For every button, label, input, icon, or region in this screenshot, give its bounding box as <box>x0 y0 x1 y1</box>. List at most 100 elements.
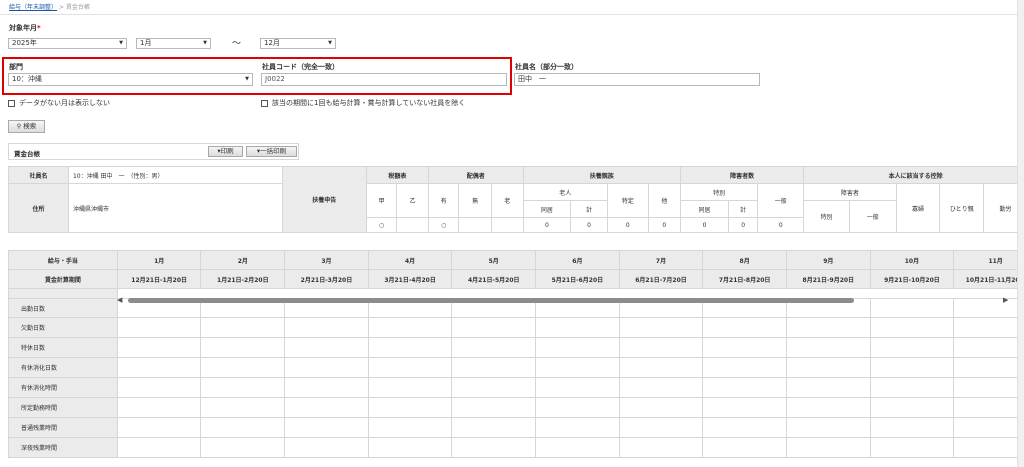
otsu-value <box>396 217 429 233</box>
scroll-left-arrow-icon[interactable]: ◀ <box>117 296 125 304</box>
tokutei-label: 特定 <box>606 183 649 218</box>
grid-period-10: 9月21日-10月20日 <box>869 269 955 289</box>
table-row: 普通残業時間 <box>8 417 1024 438</box>
print-button-label: 印刷 <box>220 147 234 155</box>
search-button[interactable]: ⚲ 検索 <box>8 120 45 133</box>
vertical-scrollbar[interactable] <box>1017 0 1024 467</box>
ta-label: 他 <box>647 183 682 218</box>
ledger-title: 賃金台帳 <box>14 150 40 158</box>
ari-label: 有 <box>427 183 460 218</box>
scroll-right-arrow-icon[interactable]: ▶ <box>1003 296 1011 304</box>
month-from-select[interactable]: 1月 ▼ <box>136 38 211 49</box>
grid-month-header-row: 給与・手当 1月 2月 3月 4月 5月 6月 7月 8月 9月 10月 11月 <box>8 250 1024 270</box>
name-label: 社員名 <box>8 166 69 184</box>
horizontal-scrollbar-thumb[interactable] <box>128 298 854 303</box>
row-label: 出勤日数 <box>8 298 118 318</box>
grid-month-3: 3月 <box>284 250 369 270</box>
row-label: 有休消化日数 <box>8 357 118 378</box>
breadcrumb-divider <box>0 14 1024 15</box>
row-label: 普通残業時間 <box>8 417 118 438</box>
month-from-value: 1月 <box>140 39 152 47</box>
grid-period-header-row: 賃金計算期間 12月21日-1月20日 1月21日-2月20日 2月21日-3月… <box>8 269 1024 289</box>
tokutei-value: 0 <box>606 217 649 233</box>
grid-scroll-row <box>8 288 1024 299</box>
nashi-value <box>458 217 492 233</box>
grid-period-4: 3月21日-4月20日 <box>367 269 453 289</box>
ari-value: ○ <box>427 217 460 233</box>
address-value: 沖縄県沖縄市 <box>67 183 283 233</box>
range-tilde: 〜 <box>232 39 242 49</box>
chk-nodata[interactable]: データがない月は表示しない <box>8 98 110 108</box>
required-mark: * <box>37 24 41 32</box>
grid-month-10: 10月 <box>869 250 955 270</box>
breadcrumb-separator: > <box>58 4 64 11</box>
grid-col-label-1: 給与・手当 <box>8 250 118 270</box>
table-row: 所定勤務時間 <box>8 397 1024 418</box>
breadcrumb: 給与（年末調整） > 賃金台帳 <box>9 2 90 11</box>
highlight-box <box>2 57 512 95</box>
rou-value <box>490 217 524 233</box>
employee-info-table: 社員名 10：沖縄 田中 一 （性別：男） 扶養申告 税額表 配偶者 扶養親族 … <box>8 166 1024 233</box>
zeigaku-header: 税額表 <box>365 166 429 184</box>
grid-period-2: 1月21日-2月20日 <box>200 269 286 289</box>
month-to-select[interactable]: 12月 ▼ <box>260 38 336 49</box>
sh-ippan-label: 一般 <box>757 183 805 218</box>
period-label: 対象年月* <box>9 23 41 33</box>
year-select-value: 2025年 <box>12 39 37 47</box>
chk-nocalc[interactable]: 該当の期間に1回も給与計算・賞与計算していない社員を除く <box>261 98 465 108</box>
breadcrumb-current: 賃金台帳 <box>65 4 90 11</box>
ko-value: ○ <box>365 217 398 233</box>
kafu-label: 寡婦 <box>895 183 941 233</box>
chevron-down-icon: ▼ <box>203 40 207 46</box>
emp-name-input[interactable]: 田中 一 <box>514 73 760 86</box>
honnin-header: 本人に該当する控除 <box>803 166 1024 184</box>
table-row: 特休日数 <box>8 337 1024 358</box>
row-label: 所定勤務時間 <box>8 397 118 418</box>
rojin-doukyo-label: 同居 <box>522 200 572 218</box>
grid-period-5: 4月21日-5月20日 <box>451 269 537 289</box>
breadcrumb-parent-link[interactable]: 給与（年末調整） <box>9 4 57 11</box>
grid-month-4: 4月 <box>367 250 453 270</box>
rojin-label: 老人 <box>522 183 608 201</box>
honnin-ippan-label: 一般 <box>848 200 897 233</box>
sh-doukyo-label: 同居 <box>680 200 729 218</box>
sh-ippan-value: 0 <box>757 217 805 233</box>
hitorioya-label: ひとり親 <box>939 183 985 233</box>
table-row: 有休消化日数 <box>8 357 1024 378</box>
grid-period-1: 12月21日-1月20日 <box>116 269 202 289</box>
print-button[interactable]: ▾印刷 <box>208 146 243 157</box>
honnin-tokubetsu-label: 特別 <box>803 200 850 233</box>
row-label: 特休日数 <box>8 337 118 358</box>
grid-period-8: 7月21日-8月20日 <box>702 269 787 289</box>
month-to-value: 12月 <box>264 39 280 47</box>
row-label: 深夜残業時間 <box>8 437 118 458</box>
period-label-text: 対象年月 <box>9 24 37 32</box>
bulk-print-button[interactable]: ▾一括印刷 <box>246 146 297 157</box>
grid-period-11: 10月21日-11月20日 <box>953 269 1024 289</box>
chevron-down-icon: ▼ <box>119 40 123 46</box>
checkbox-icon <box>261 99 268 107</box>
rojin-doukyo-value: 0 <box>522 217 572 233</box>
grid-month-7: 7月 <box>618 250 704 270</box>
table-row: 深夜残業時間 <box>8 437 1024 458</box>
ko-label: 甲 <box>365 183 398 218</box>
haigu-header: 配偶者 <box>427 166 524 184</box>
chk-nocalc-label: 該当の期間に1回も給与計算・賞与計算していない社員を除く <box>272 99 466 107</box>
year-select[interactable]: 2025年 ▼ <box>8 38 127 49</box>
grid-period-7: 6月21日-7月20日 <box>618 269 704 289</box>
grid-month-1: 1月 <box>116 250 202 270</box>
grid-month-8: 8月 <box>702 250 787 270</box>
otsu-label: 乙 <box>396 183 429 218</box>
honnin-shougaisha-label: 障害者 <box>803 183 897 201</box>
table-row: 有休消化時間 <box>8 377 1024 398</box>
fuyo-shinzoku-header: 扶養親族 <box>522 166 682 184</box>
row-label: 欠勤日数 <box>8 317 118 338</box>
sh-kei-label: 計 <box>727 200 759 218</box>
fuyo-label: 扶養申告 <box>281 166 367 233</box>
name-value: 10：沖縄 田中 一 （性別：男） <box>67 166 283 184</box>
grid-month-11: 11月 <box>953 250 1024 270</box>
rojin-kei-value: 0 <box>570 217 608 233</box>
sh-doukyo-value: 0 <box>680 217 729 233</box>
grid-month-9: 9月 <box>785 250 871 270</box>
row-label: 有休消化時間 <box>8 377 118 398</box>
